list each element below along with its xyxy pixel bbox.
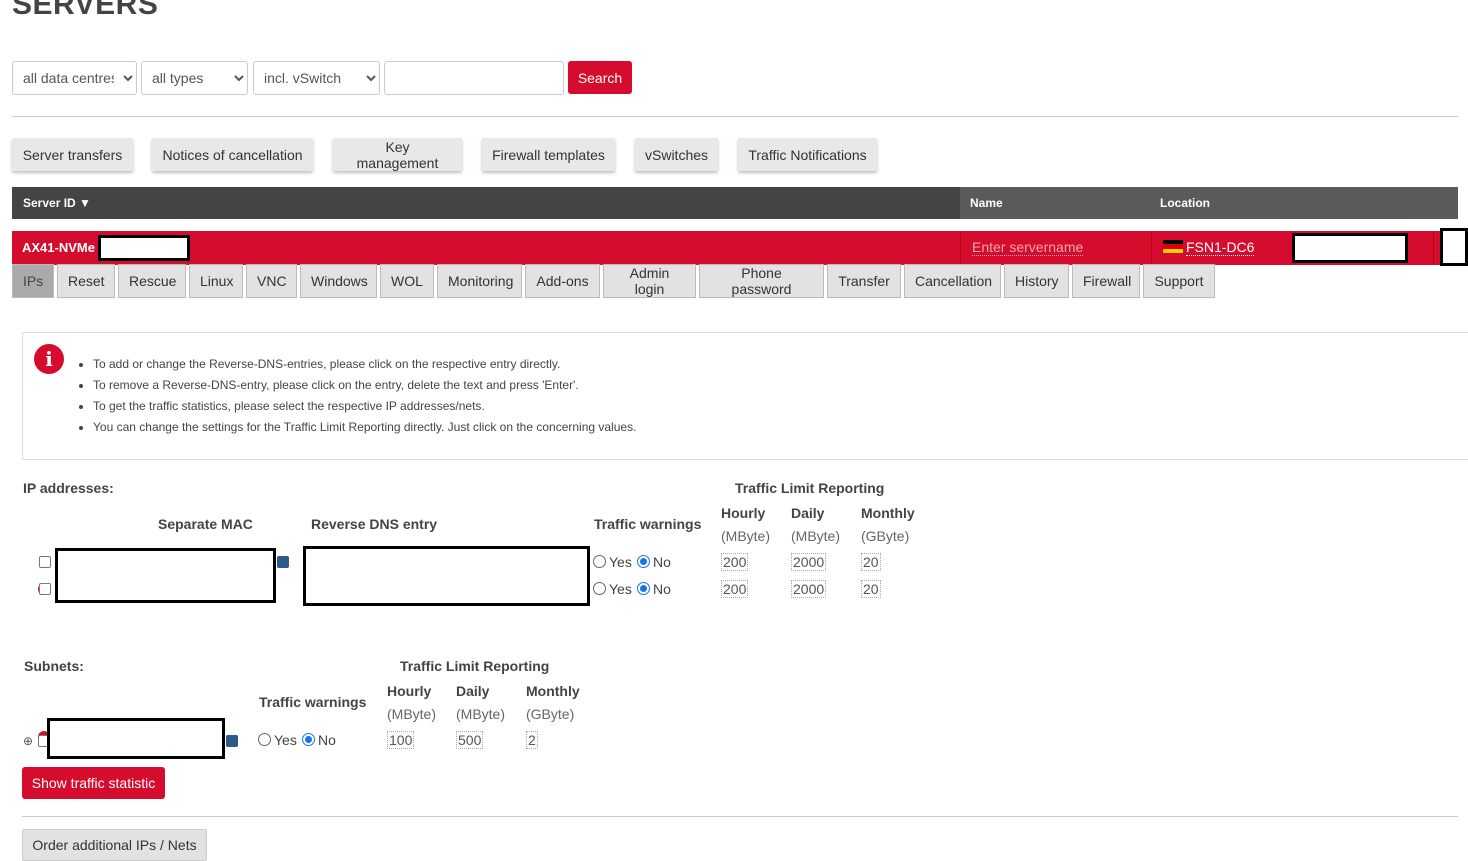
redacted-block: [98, 235, 190, 261]
separate-mac-header: Separate MAC: [158, 516, 253, 532]
monthly-header: Monthly: [526, 683, 580, 699]
subnets-label: Subnets:: [24, 658, 84, 674]
redacted-block: [1292, 233, 1408, 263]
search-button[interactable]: Search: [568, 61, 632, 94]
tab-phone-password[interactable]: Phone password: [699, 264, 824, 298]
monthly-limit[interactable]: 20: [861, 580, 881, 598]
hourly-unit: (MByte): [721, 528, 770, 544]
datacentre-select[interactable]: all data centres: [12, 61, 137, 95]
order-additional-ips-button[interactable]: Order additional IPs / Nets: [22, 829, 207, 861]
daily-limit[interactable]: 2000: [791, 553, 827, 571]
daily-unit: (MByte): [456, 706, 505, 722]
warnings-no-radio[interactable]: No: [302, 732, 336, 748]
traffic-limit-label: Traffic Limit Reporting: [400, 658, 550, 674]
tab-admin-login[interactable]: Admin login: [603, 264, 696, 298]
show-traffic-statistic-button[interactable]: Show traffic statistic: [22, 767, 165, 799]
tab-linux[interactable]: Linux: [189, 264, 243, 298]
traffic-notifications-button[interactable]: Traffic Notifications: [738, 138, 877, 171]
search-input[interactable]: [384, 61, 564, 95]
tab-ips[interactable]: IPs: [12, 264, 54, 298]
info-item: To get the traffic statistics, please se…: [93, 396, 636, 417]
server-row[interactable]: AX41-NVMe Enter servername FSN1-DC6: [12, 228, 1468, 266]
ip-checkbox[interactable]: [39, 556, 51, 568]
sort-down-icon: ▼: [79, 196, 91, 210]
server-id-column[interactable]: Server ID ▼: [23, 196, 91, 210]
page-title: SERVERS: [12, 0, 159, 21]
warnings-no-radio[interactable]: No: [637, 581, 671, 597]
server-transfers-button[interactable]: Server transfers: [12, 138, 133, 171]
daily-limit[interactable]: 2000: [791, 580, 827, 598]
tab-cancellation[interactable]: Cancellation: [904, 264, 1001, 298]
info-icon: i: [34, 344, 64, 374]
redacted-block: [303, 546, 590, 606]
warnings-yes-radio[interactable]: Yes: [593, 581, 632, 597]
ip-addresses-label: IP addresses:: [23, 480, 114, 496]
tab-support[interactable]: Support: [1143, 264, 1215, 298]
tab-wol[interactable]: WOL: [380, 264, 434, 298]
hourly-unit: (MByte): [387, 706, 436, 722]
mac-icon[interactable]: [277, 556, 289, 568]
notices-of-cancellation-button[interactable]: Notices of cancellation: [152, 138, 313, 171]
tab-history[interactable]: History: [1004, 264, 1069, 298]
monthly-unit: (GByte): [526, 706, 575, 722]
daily-unit: (MByte): [791, 528, 840, 544]
servername-input[interactable]: Enter servername: [972, 239, 1084, 256]
tab-firewall[interactable]: Firewall: [1072, 264, 1140, 298]
redacted-block: [47, 718, 225, 759]
hourly-limit[interactable]: 100: [387, 731, 415, 749]
info-item: You can change the settings for the Traf…: [93, 417, 636, 438]
hourly-header: Hourly: [721, 505, 766, 521]
reverse-dns-header: Reverse DNS entry: [311, 516, 438, 532]
server-id[interactable]: AX41-NVMe: [22, 240, 95, 255]
hourly-limit[interactable]: 200: [721, 553, 749, 571]
hourly-limit[interactable]: 200: [721, 580, 749, 598]
key-management-button[interactable]: Key management: [333, 138, 462, 171]
type-select[interactable]: all types: [141, 61, 248, 95]
server-location: FSN1-DC6: [1186, 239, 1255, 256]
tab-transfer[interactable]: Transfer: [827, 264, 901, 298]
warnings-yes-radio[interactable]: Yes: [593, 554, 632, 570]
daily-limit[interactable]: 500: [456, 731, 484, 749]
firewall-templates-button[interactable]: Firewall templates: [482, 138, 615, 171]
mac-icon[interactable]: [226, 735, 238, 747]
divider: [12, 116, 1458, 117]
tab-vnc[interactable]: VNC: [246, 264, 297, 298]
location-column: Location: [1160, 196, 1210, 210]
warnings-no-radio[interactable]: No: [637, 554, 671, 570]
monthly-limit[interactable]: 2: [526, 731, 538, 749]
redacted-block: [1440, 228, 1468, 266]
hourly-header: Hourly: [387, 683, 432, 699]
expand-icon[interactable]: ⊕: [23, 734, 33, 748]
tab-rescue[interactable]: Rescue: [118, 264, 186, 298]
name-column: Name: [970, 196, 1003, 210]
traffic-limit-label: Traffic Limit Reporting: [735, 480, 885, 496]
vswitches-button[interactable]: vSwitches: [635, 138, 718, 171]
info-item: To add or change the Reverse-DNS-entries…: [93, 354, 636, 375]
daily-header: Daily: [791, 505, 825, 521]
redacted-block: [55, 548, 276, 603]
vswitch-select[interactable]: incl. vSwitch: [253, 61, 380, 95]
ip-checkbox[interactable]: [39, 583, 51, 595]
info-list: To add or change the Reverse-DNS-entries…: [76, 354, 636, 438]
monthly-limit[interactable]: 20: [861, 553, 881, 571]
monthly-unit: (GByte): [861, 528, 910, 544]
warnings-yes-radio[interactable]: Yes: [258, 732, 297, 748]
tab-reset[interactable]: Reset: [57, 264, 115, 298]
tab-monitoring[interactable]: Monitoring: [437, 264, 522, 298]
traffic-warnings-header: Traffic warnings: [594, 516, 702, 532]
tab-add-ons[interactable]: Add-ons: [525, 264, 600, 298]
germany-flag-icon: [1163, 240, 1183, 253]
traffic-warnings-header: Traffic warnings: [259, 694, 367, 710]
tab-windows[interactable]: Windows: [300, 264, 377, 298]
server-table-header: Server ID ▼ Name Location: [12, 187, 1458, 219]
monthly-header: Monthly: [861, 505, 915, 521]
daily-header: Daily: [456, 683, 490, 699]
info-item: To remove a Reverse-DNS-entry, please cl…: [93, 375, 636, 396]
divider: [22, 816, 1458, 817]
